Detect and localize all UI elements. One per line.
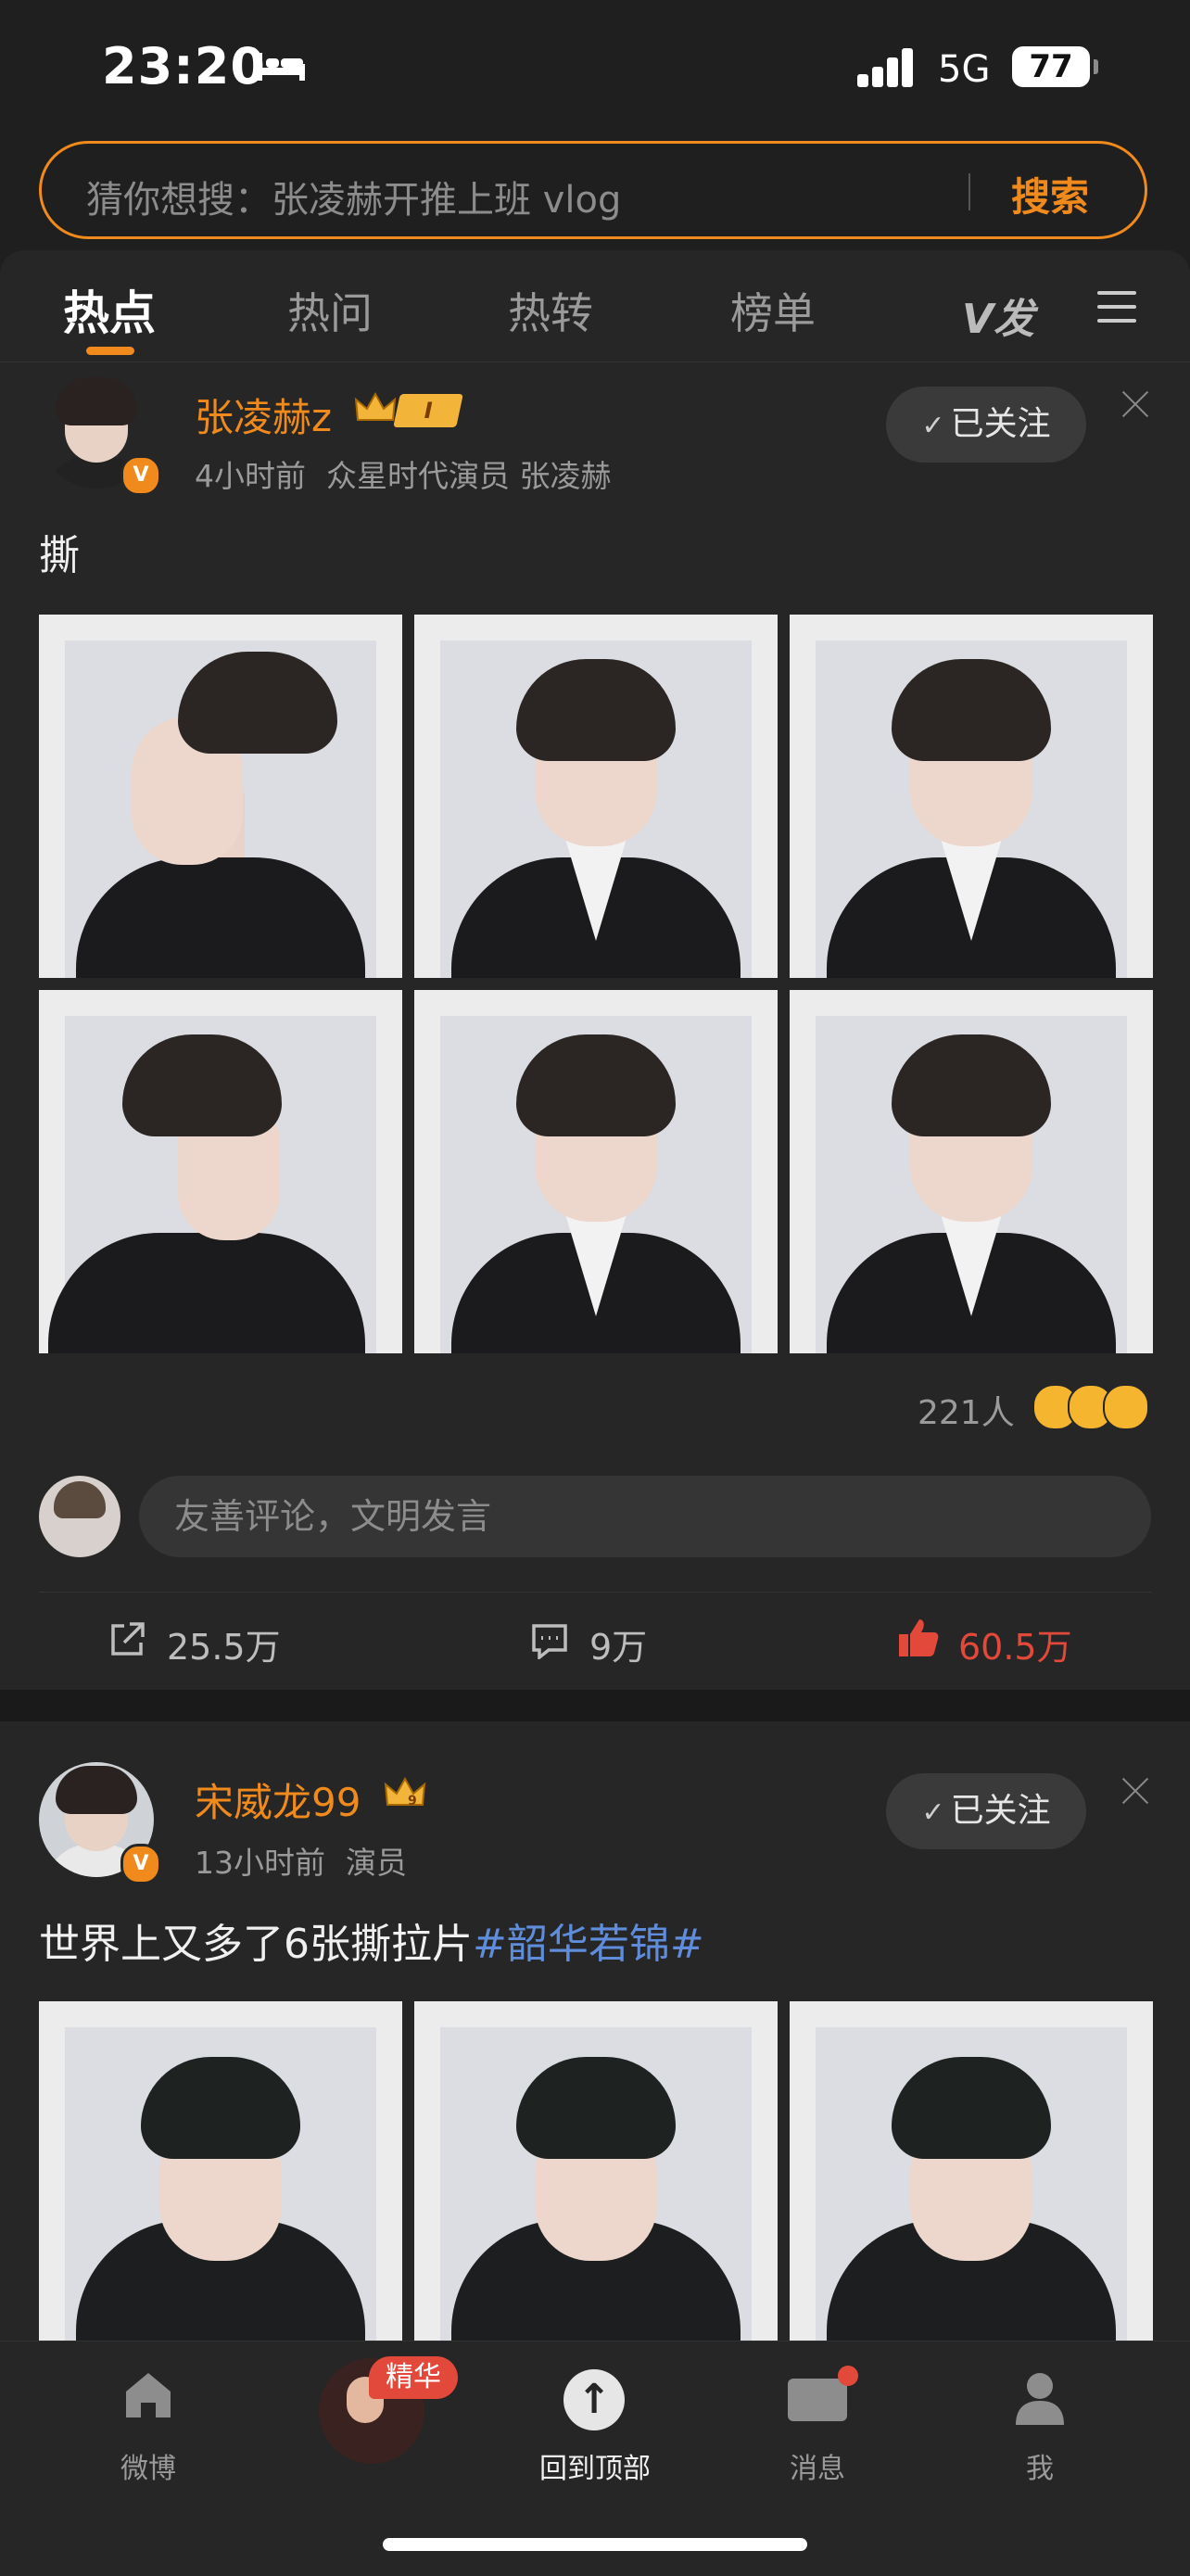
post-text: 世界上又多了6张撕拉片#韶华若锦#: [39, 1910, 704, 1970]
nav-weibo[interactable]: 微博: [74, 2341, 222, 2490]
post-card[interactable]: V 宋威龙99 9 13小时前 演员 ✓ 已关注 世界上又多了6张撕拉片#韶华若锦#: [0, 1721, 1190, 2341]
comment-avatar: [39, 1476, 120, 1557]
search-divider: [968, 173, 970, 210]
nav-back-to-top[interactable]: ↑ 回到顶部: [521, 2341, 669, 2490]
hashtag-link[interactable]: #韶华若锦#: [473, 1921, 704, 1968]
feed-separator: [0, 1690, 1190, 1721]
crown-level: 9: [408, 1794, 417, 1808]
post-image[interactable]: [790, 990, 1153, 1353]
like-count[interactable]: 60.5万: [958, 1618, 1072, 1669]
notification-dot: [838, 2366, 858, 2386]
post-image[interactable]: [414, 990, 778, 1353]
follow-button[interactable]: ✓ 已关注: [886, 387, 1086, 463]
arrow-up-icon: ↑: [563, 2369, 625, 2430]
user-icon: [1016, 2373, 1064, 2425]
post-source: 演员: [346, 1845, 407, 1881]
search-button[interactable]: 搜索: [1011, 166, 1089, 222]
post-image[interactable]: [790, 2001, 1153, 2341]
nav-label: 微博: [120, 2453, 176, 2485]
sleep-focus-icon: [257, 53, 305, 81]
post-time: 4小时前: [195, 458, 306, 494]
highlight-badge[interactable]: 精华: [369, 2356, 458, 2399]
network-type: 5G: [938, 48, 991, 91]
home-indicator[interactable]: [383, 2538, 807, 2551]
nav-me[interactable]: 我: [966, 2341, 1114, 2490]
tab-active-indicator: [86, 347, 134, 355]
post-time: 13小时前: [195, 1845, 325, 1881]
emoji-reaction-icon: [1103, 1384, 1149, 1430]
close-icon[interactable]: [1121, 1777, 1149, 1805]
search-bar[interactable]: 猜你想搜：张凌赫开推上班 vlog 搜索: [39, 141, 1147, 239]
share-icon[interactable]: [108, 1620, 146, 1659]
nav-label: 消息: [790, 2453, 845, 2485]
status-bar: 23:20 5G 77: [0, 0, 1190, 139]
post-image[interactable]: [414, 2001, 778, 2341]
comment-icon[interactable]: [530, 1622, 569, 1659]
tab-hot-points[interactable]: 热点: [63, 276, 156, 343]
post-source: 众星时代演员 张凌赫: [326, 458, 612, 494]
check-icon: ✓: [921, 410, 945, 442]
reaction-count[interactable]: 221人: [918, 1386, 1015, 1434]
post-meta: 13小时前 演员: [195, 1838, 427, 1883]
tab-hot-questions[interactable]: 热问: [287, 280, 373, 341]
post-card[interactable]: V 张凌赫z I 4小时前 众星时代演员 张凌赫 ✓ 已关注 撕 221人 友善评论…: [0, 362, 1190, 1690]
cellular-signal-icon: [857, 46, 913, 87]
post-text: 撕: [39, 532, 80, 579]
post-meta: 4小时前 众星时代演员 张凌赫: [195, 451, 632, 496]
mail-icon: [788, 2379, 847, 2421]
check-icon: ✓: [921, 1796, 945, 1829]
comment-count[interactable]: 9万: [589, 1618, 647, 1669]
crown-icon: 9: [384, 1776, 426, 1808]
close-icon[interactable]: [1121, 390, 1149, 418]
battery-icon: 77: [1012, 46, 1098, 87]
status-time: 23:20: [102, 37, 266, 95]
battery-level: 77: [1029, 48, 1073, 85]
follow-label: 已关注: [950, 1792, 1051, 1830]
follow-button[interactable]: ✓ 已关注: [886, 1773, 1086, 1849]
divider: [39, 1592, 1151, 1593]
v-logo-tab[interactable]: V发: [962, 286, 1034, 345]
menu-icon[interactable]: [1097, 291, 1136, 323]
verified-icon: V: [120, 1844, 161, 1884]
comment-input[interactable]: 友善评论，文明发言: [139, 1476, 1151, 1557]
home-icon: [126, 2373, 171, 2417]
post-image[interactable]: [39, 615, 402, 978]
crown-icon: [354, 391, 397, 421]
member-level-badge: I: [393, 394, 463, 427]
hot-tabs: 热点 热问 热转 榜单 V发: [0, 250, 1190, 362]
username[interactable]: 宋威龙99: [195, 1771, 361, 1828]
tab-hot-reposts[interactable]: 热转: [508, 280, 593, 341]
tab-rankings[interactable]: 榜单: [730, 280, 816, 341]
post-image[interactable]: [39, 2001, 402, 2341]
share-count[interactable]: 25.5万: [167, 1618, 281, 1669]
search-input[interactable]: 猜你想搜：张凌赫开推上班 vlog: [86, 170, 621, 223]
nav-label: 我: [1026, 2453, 1054, 2485]
post-image[interactable]: [414, 615, 778, 978]
comment-placeholder: 友善评论，文明发言: [174, 1496, 492, 1537]
like-icon[interactable]: [897, 1616, 940, 1658]
username[interactable]: 张凌赫z: [195, 387, 332, 443]
verified-icon: V: [120, 455, 161, 496]
follow-label: 已关注: [950, 405, 1051, 443]
post-image[interactable]: [790, 615, 1153, 978]
post-text-body: 世界上又多了6张撕拉片: [39, 1921, 473, 1968]
nav-label: 回到顶部: [539, 2453, 651, 2485]
post-image[interactable]: [39, 990, 402, 1353]
nav-messages[interactable]: 消息: [743, 2341, 892, 2490]
